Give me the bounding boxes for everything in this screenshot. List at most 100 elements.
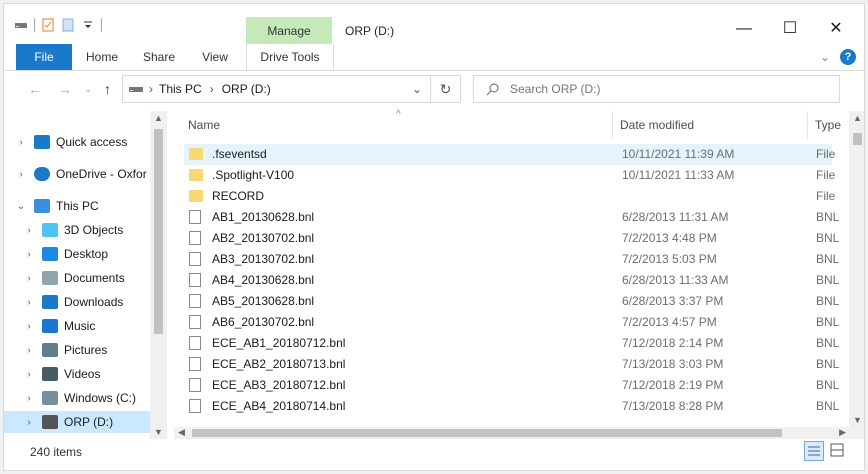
tab-file[interactable]: File [16, 44, 72, 70]
maximize-button[interactable]: ☐ [767, 16, 813, 42]
breadcrumb-orp-drive[interactable]: ORP (D:) [222, 82, 271, 96]
expand-chevron-icon[interactable]: › [24, 417, 34, 428]
table-row[interactable]: AB6_20130702.bnl 7/2/2013 4:57 PM BNL [184, 312, 839, 333]
sidebar-item[interactable]: ⌄ This PC [4, 195, 150, 217]
up-icon[interactable]: ↑ [104, 81, 111, 97]
sidebar-item[interactable]: › Pictures [4, 339, 150, 361]
drive-icon[interactable] [14, 18, 28, 32]
list-scrollbar[interactable]: ▲ ▼ [849, 111, 864, 427]
table-row[interactable]: AB4_20130628.bnl 6/28/2013 11:33 AM BNL [184, 270, 839, 291]
list-scroll-thumb[interactable] [853, 133, 862, 145]
table-row[interactable]: .fseventsd 10/11/2021 11:39 AM File [184, 144, 835, 165]
sidebar-item-label: Windows (C:) [64, 391, 137, 405]
sidebar-item[interactable]: › Quick access [4, 131, 150, 153]
table-row[interactable]: ECE_AB4_20180714.bnl 7/13/2018 8:28 PM BNL [184, 396, 839, 417]
sidebar-item[interactable]: › Documents [4, 267, 150, 289]
help-icon[interactable]: ? [840, 49, 856, 65]
column-header-date[interactable]: Date modified [620, 111, 694, 139]
date-modified: 7/2/2013 5:03 PM [622, 252, 717, 266]
file-name: AB3_20130702.bnl [212, 252, 315, 266]
minimize-button[interactable]: — [721, 16, 767, 42]
sidebar-item[interactable]: › Videos [4, 363, 150, 385]
tab-view[interactable]: View [195, 44, 235, 70]
date-modified: 6/28/2013 11:31 AM [622, 210, 729, 224]
expand-chevron-icon[interactable]: › [24, 273, 34, 284]
table-row[interactable]: AB3_20130702.bnl 7/2/2013 5:03 PM BNL [184, 249, 839, 270]
large-icons-view-button[interactable] [828, 441, 848, 461]
sidebar-item[interactable]: › Music [4, 315, 150, 337]
status-bar: 240 items [4, 439, 864, 470]
scroll-up-icon[interactable]: ▲ [154, 113, 163, 123]
date-modified: 7/13/2018 3:03 PM [622, 357, 724, 371]
sidebar-item[interactable]: › Windows (C:) [4, 387, 150, 409]
nav-scroll-thumb[interactable] [154, 129, 163, 334]
scroll-up-icon[interactable]: ▲ [853, 113, 862, 123]
column-header-type[interactable]: Type [815, 111, 841, 139]
search-box[interactable]: Search ORP (D:) [473, 75, 840, 103]
table-row[interactable]: .Spotlight-V100 10/11/2021 11:33 AM File [184, 165, 835, 186]
table-row[interactable]: AB1_20130628.bnl 6/28/2013 11:31 AM BNL [184, 207, 839, 228]
table-row[interactable]: ECE_AB3_20180712.bnl 7/12/2018 2:19 PM BNL [184, 375, 839, 396]
column-divider[interactable] [807, 111, 808, 139]
forward-icon[interactable]: → [58, 81, 72, 97]
properties-icon[interactable] [41, 18, 55, 32]
ribbon-tabs: File Home Share View Drive Tools ⌄ ? [4, 44, 864, 71]
date-modified: 6/28/2013 11:33 AM [622, 273, 729, 287]
window-title: ORP (D:) [345, 24, 395, 38]
tab-drive-tools[interactable]: Drive Tools [246, 44, 334, 70]
horizontal-scrollbar[interactable]: ◀ ▶ [174, 427, 864, 439]
recent-locations-icon[interactable]: ⌄ [84, 84, 92, 95]
date-modified: 7/12/2018 2:14 PM [622, 336, 724, 350]
expand-ribbon-icon[interactable]: ⌄ [820, 50, 830, 64]
sidebar-item[interactable]: › OneDrive - Oxfor [4, 163, 150, 185]
file-list: Name ^ Date modified Type .fseventsd 10/1… [174, 109, 864, 427]
scroll-down-icon[interactable]: ▼ [853, 415, 862, 425]
expand-chevron-icon[interactable]: › [16, 169, 26, 180]
expand-chevron-icon[interactable]: › [24, 393, 34, 404]
scroll-left-icon[interactable]: ◀ [178, 427, 185, 438]
manage-context-tab[interactable]: Manage [246, 17, 332, 45]
sidebar-item[interactable]: › Downloads [4, 291, 150, 313]
address-dropdown-icon[interactable]: ⌄ [412, 82, 422, 96]
back-icon[interactable]: ← [28, 81, 42, 97]
file-icon [189, 399, 201, 413]
expand-chevron-icon[interactable]: › [24, 225, 34, 236]
file-icon [189, 336, 201, 350]
table-row[interactable]: AB2_20130702.bnl 7/2/2013 4:48 PM BNL [184, 228, 839, 249]
expand-chevron-icon[interactable]: › [24, 249, 34, 260]
expand-chevron-icon[interactable]: › [24, 321, 34, 332]
tab-share[interactable]: Share [137, 44, 181, 70]
tab-home[interactable]: Home [80, 44, 124, 70]
close-button[interactable]: ✕ [813, 16, 859, 42]
expand-chevron-icon[interactable]: › [24, 297, 34, 308]
table-row[interactable]: ECE_AB2_20180713.bnl 7/13/2018 3:03 PM BNL [184, 354, 839, 375]
quick-access-toolbar [14, 18, 102, 32]
expand-chevron-icon[interactable]: › [24, 369, 34, 380]
table-row[interactable]: AB5_20130628.bnl 6/28/2013 3:37 PM BNL [184, 291, 839, 312]
address-bar[interactable]: › This PC › ORP (D:) ⌄ [122, 75, 431, 103]
expand-chevron-icon[interactable]: › [16, 137, 26, 148]
nav-scrollbar[interactable]: ▲ ▼ [150, 111, 167, 439]
file-name: AB1_20130628.bnl [212, 210, 315, 224]
breadcrumb-this-pc[interactable]: This PC [159, 82, 202, 96]
scroll-right-icon[interactable]: ▶ [839, 427, 846, 438]
table-row[interactable]: RECORD File [184, 186, 835, 207]
folder-icon [189, 148, 203, 160]
sidebar-item[interactable]: › 3D Objects [4, 219, 150, 241]
file-name: AB4_20130628.bnl [212, 273, 315, 287]
details-view-button[interactable] [804, 441, 824, 461]
scroll-down-icon[interactable]: ▼ [154, 427, 163, 437]
sidebar-item[interactable]: › ORP (D:) [4, 411, 150, 433]
column-divider[interactable] [612, 111, 613, 139]
table-row[interactable]: ECE_AB1_20180712.bnl 7/12/2018 2:14 PM BNL [184, 333, 839, 354]
sidebar-item[interactable]: › Desktop [4, 243, 150, 265]
file-name: AB6_20130702.bnl [212, 315, 315, 329]
expand-chevron-icon[interactable]: ⌄ [16, 201, 26, 212]
horizontal-scroll-thumb[interactable] [192, 429, 782, 437]
expand-chevron-icon[interactable]: › [24, 345, 34, 356]
date-modified: 7/13/2018 8:28 PM [622, 399, 724, 413]
customize-toolbar-icon[interactable] [81, 18, 95, 32]
new-folder-icon[interactable] [61, 18, 75, 32]
refresh-button[interactable]: ↻ [431, 75, 461, 103]
column-header-name[interactable]: Name [188, 111, 220, 139]
